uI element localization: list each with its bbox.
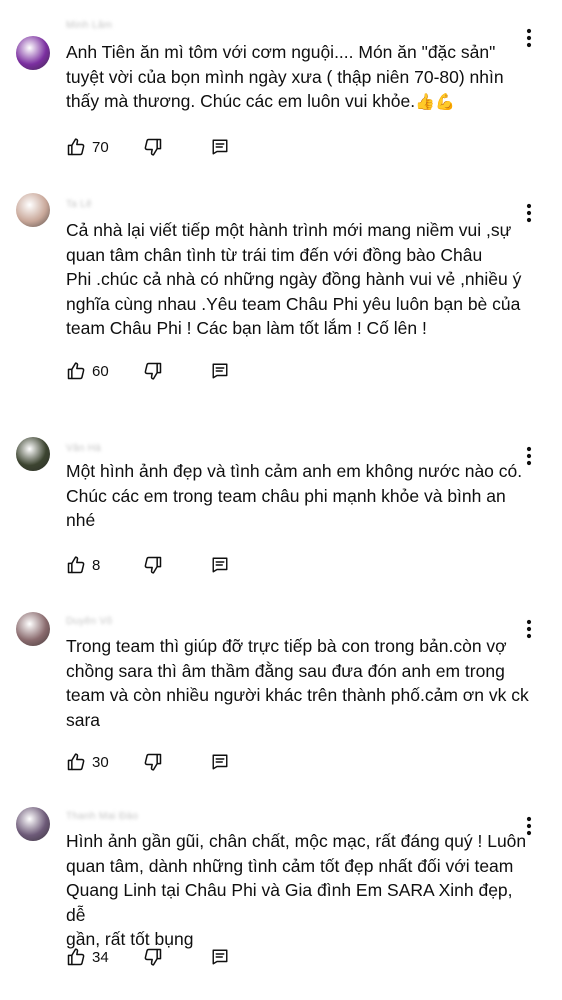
- like-count: 60: [92, 362, 109, 380]
- comment-text: Một hình ảnh đẹp và tình cảm anh em khôn…: [66, 459, 536, 535]
- reply-icon: [211, 362, 229, 380]
- thumbs-up-icon: [66, 137, 86, 157]
- avatar[interactable]: [16, 807, 50, 841]
- comment-actions: 60: [66, 360, 266, 384]
- comment: Thanh Mai Đào Hình ảnh gần gũi, chân chấ…: [0, 807, 562, 976]
- thumbs-up-icon: [66, 752, 86, 772]
- comment-text-content: Hình ảnh gần gũi, chân chất, mộc mạc, rấ…: [66, 831, 527, 949]
- comment-actions: 34: [66, 946, 266, 970]
- comment-actions: 8: [66, 554, 266, 578]
- comment-author[interactable]: Ta Lê: [66, 199, 92, 210]
- thumbs-down-icon: [143, 361, 163, 381]
- like-button[interactable]: 60: [66, 360, 109, 382]
- like-count: 70: [92, 138, 109, 156]
- comment-text: Cả nhà lại viết tiếp một hành trình mới …: [66, 218, 536, 343]
- reply-button[interactable]: [211, 946, 229, 968]
- thumbs-down-icon: [143, 137, 163, 157]
- comment-emoji: 👍💪: [415, 94, 455, 111]
- thumbs-up-icon: [66, 947, 86, 967]
- comment-author[interactable]: Vân Hà: [66, 443, 101, 454]
- like-button[interactable]: 8: [66, 554, 100, 576]
- thumbs-up-icon: [66, 555, 86, 575]
- comment-author[interactable]: Thanh Mai Đào: [66, 811, 138, 822]
- like-count: 34: [92, 948, 109, 966]
- dislike-button[interactable]: [143, 751, 163, 773]
- comment-actions: 30: [66, 751, 266, 775]
- avatar[interactable]: [16, 36, 50, 70]
- reply-button[interactable]: [211, 751, 229, 773]
- dislike-button[interactable]: [143, 946, 163, 968]
- like-count: 8: [92, 556, 101, 574]
- comment: Minh Lâm Anh Tiên ăn mì tôm với cơm nguộ…: [0, 16, 562, 166]
- reply-icon: [211, 556, 229, 574]
- comment: Ta Lê Cả nhà lại viết tiếp một hành trìn…: [0, 193, 562, 390]
- comment-text: Anh Tiên ăn mì tôm với cơm nguội.... Món…: [66, 40, 536, 116]
- comment-text: Hình ảnh gần gũi, chân chất, mộc mạc, rấ…: [66, 829, 536, 954]
- avatar[interactable]: [16, 193, 50, 227]
- like-button[interactable]: 34: [66, 946, 109, 968]
- reply-icon: [211, 948, 229, 966]
- comment-actions: 70: [66, 136, 266, 160]
- reply-icon: [211, 138, 229, 156]
- reply-icon: [211, 753, 229, 771]
- avatar[interactable]: [16, 437, 50, 471]
- dislike-button[interactable]: [143, 360, 163, 382]
- thumbs-down-icon: [143, 752, 163, 772]
- comment-author[interactable]: Duyên Võ: [66, 616, 112, 627]
- comment: Vân Hà Một hình ảnh đẹp và tình cảm anh …: [0, 437, 562, 584]
- comment-text-content: Trong team thì giúp đỡ trực tiếp bà con …: [66, 636, 529, 730]
- comment-author[interactable]: Minh Lâm: [66, 20, 112, 31]
- reply-button[interactable]: [211, 136, 229, 158]
- dislike-button[interactable]: [143, 554, 163, 576]
- thumbs-down-icon: [143, 947, 163, 967]
- thumbs-up-icon: [66, 361, 86, 381]
- avatar[interactable]: [16, 612, 50, 646]
- comment: Duyên Võ Trong team thì giúp đỡ trực tiế…: [0, 612, 562, 781]
- comment-text-content: Một hình ảnh đẹp và tình cảm anh em khôn…: [66, 461, 523, 530]
- like-count: 30: [92, 753, 109, 771]
- comment-text-content: Cả nhà lại viết tiếp một hành trình mới …: [66, 220, 522, 338]
- dislike-button[interactable]: [143, 136, 163, 158]
- reply-button[interactable]: [211, 554, 229, 576]
- like-button[interactable]: 70: [66, 136, 109, 158]
- like-button[interactable]: 30: [66, 751, 109, 773]
- comment-text: Trong team thì giúp đỡ trực tiếp bà con …: [66, 634, 536, 734]
- reply-button[interactable]: [211, 360, 229, 382]
- thumbs-down-icon: [143, 555, 163, 575]
